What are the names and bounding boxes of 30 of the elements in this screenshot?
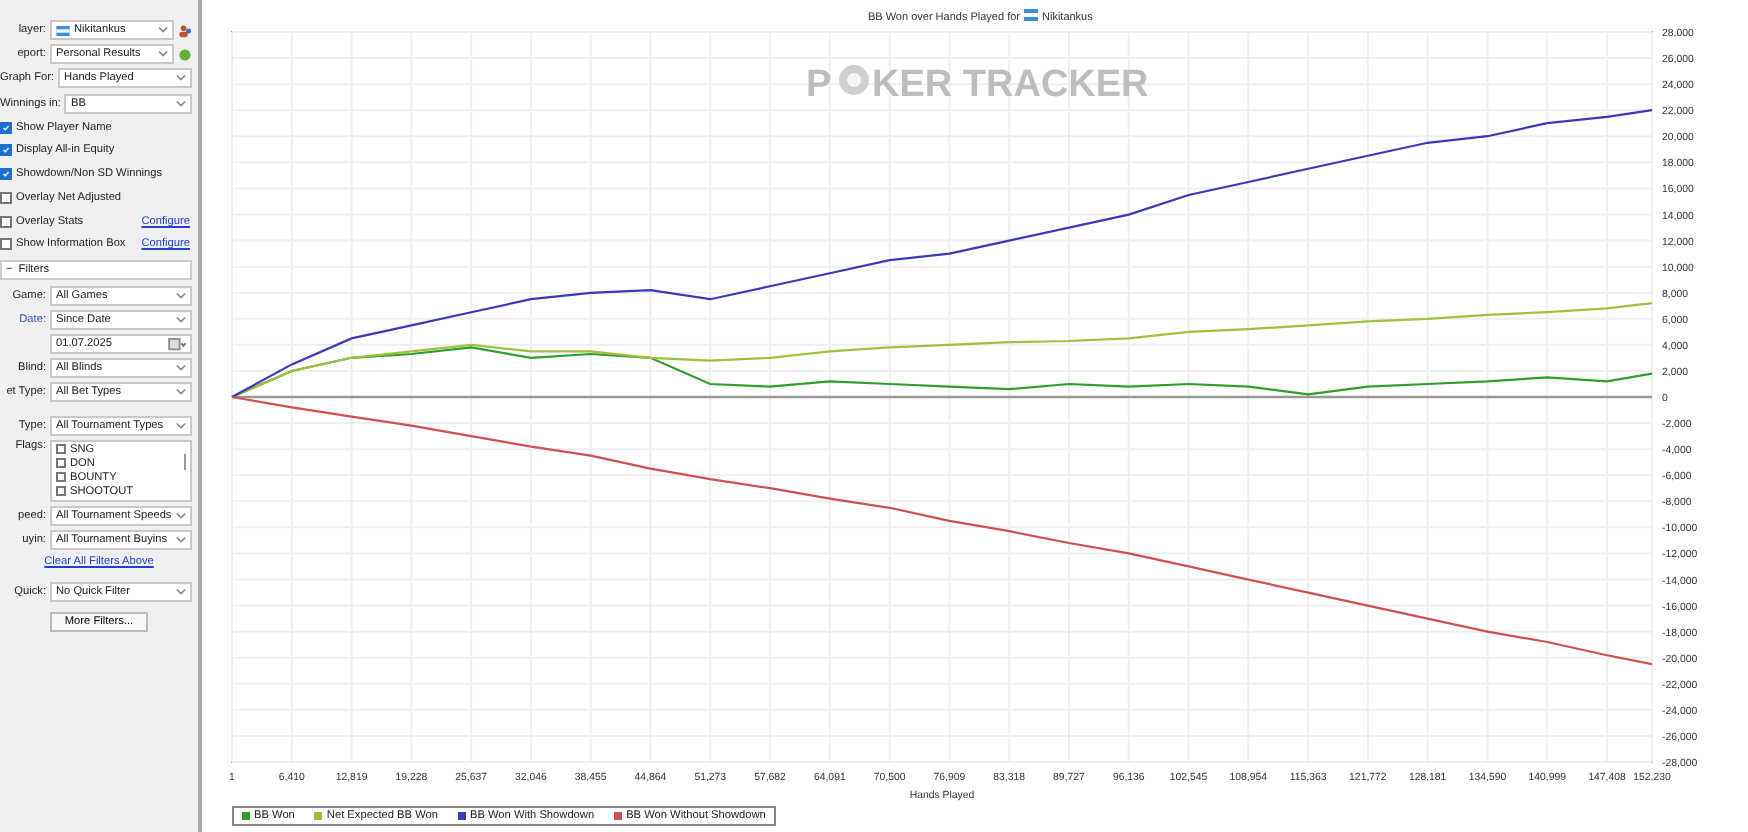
caret-icon <box>158 26 168 34</box>
checkbox[interactable] <box>56 458 66 469</box>
player-icon <box>1024 9 1038 21</box>
caret-icon <box>176 536 186 545</box>
watermark-text: KER TRACKER <box>872 64 1149 106</box>
checkbox[interactable] <box>0 215 12 228</box>
people-icon[interactable] <box>178 23 192 37</box>
checkbox[interactable] <box>0 121 12 134</box>
checkbox[interactable] <box>56 472 66 483</box>
flag-icon <box>56 25 70 35</box>
checkbox[interactable] <box>0 168 12 181</box>
caret-icon <box>176 74 186 83</box>
caret-icon <box>176 511 186 520</box>
calendar-icon <box>168 337 186 351</box>
caret-icon <box>176 291 186 300</box>
caret-icon <box>176 364 186 373</box>
watermark-text: P <box>806 64 832 106</box>
refresh-icon[interactable] <box>178 47 192 62</box>
caret-icon <box>176 421 186 430</box>
caret-icon <box>176 587 186 595</box>
caret-icon <box>176 315 186 324</box>
scrollbar[interactable] <box>183 453 186 470</box>
checkbox[interactable] <box>0 144 12 157</box>
caret-icon <box>158 50 168 59</box>
checkbox[interactable] <box>56 486 66 497</box>
caret-icon <box>176 99 186 108</box>
checkbox[interactable] <box>0 238 12 251</box>
checkbox[interactable] <box>56 444 66 455</box>
checkbox[interactable] <box>0 191 12 204</box>
caret-icon <box>176 388 186 397</box>
